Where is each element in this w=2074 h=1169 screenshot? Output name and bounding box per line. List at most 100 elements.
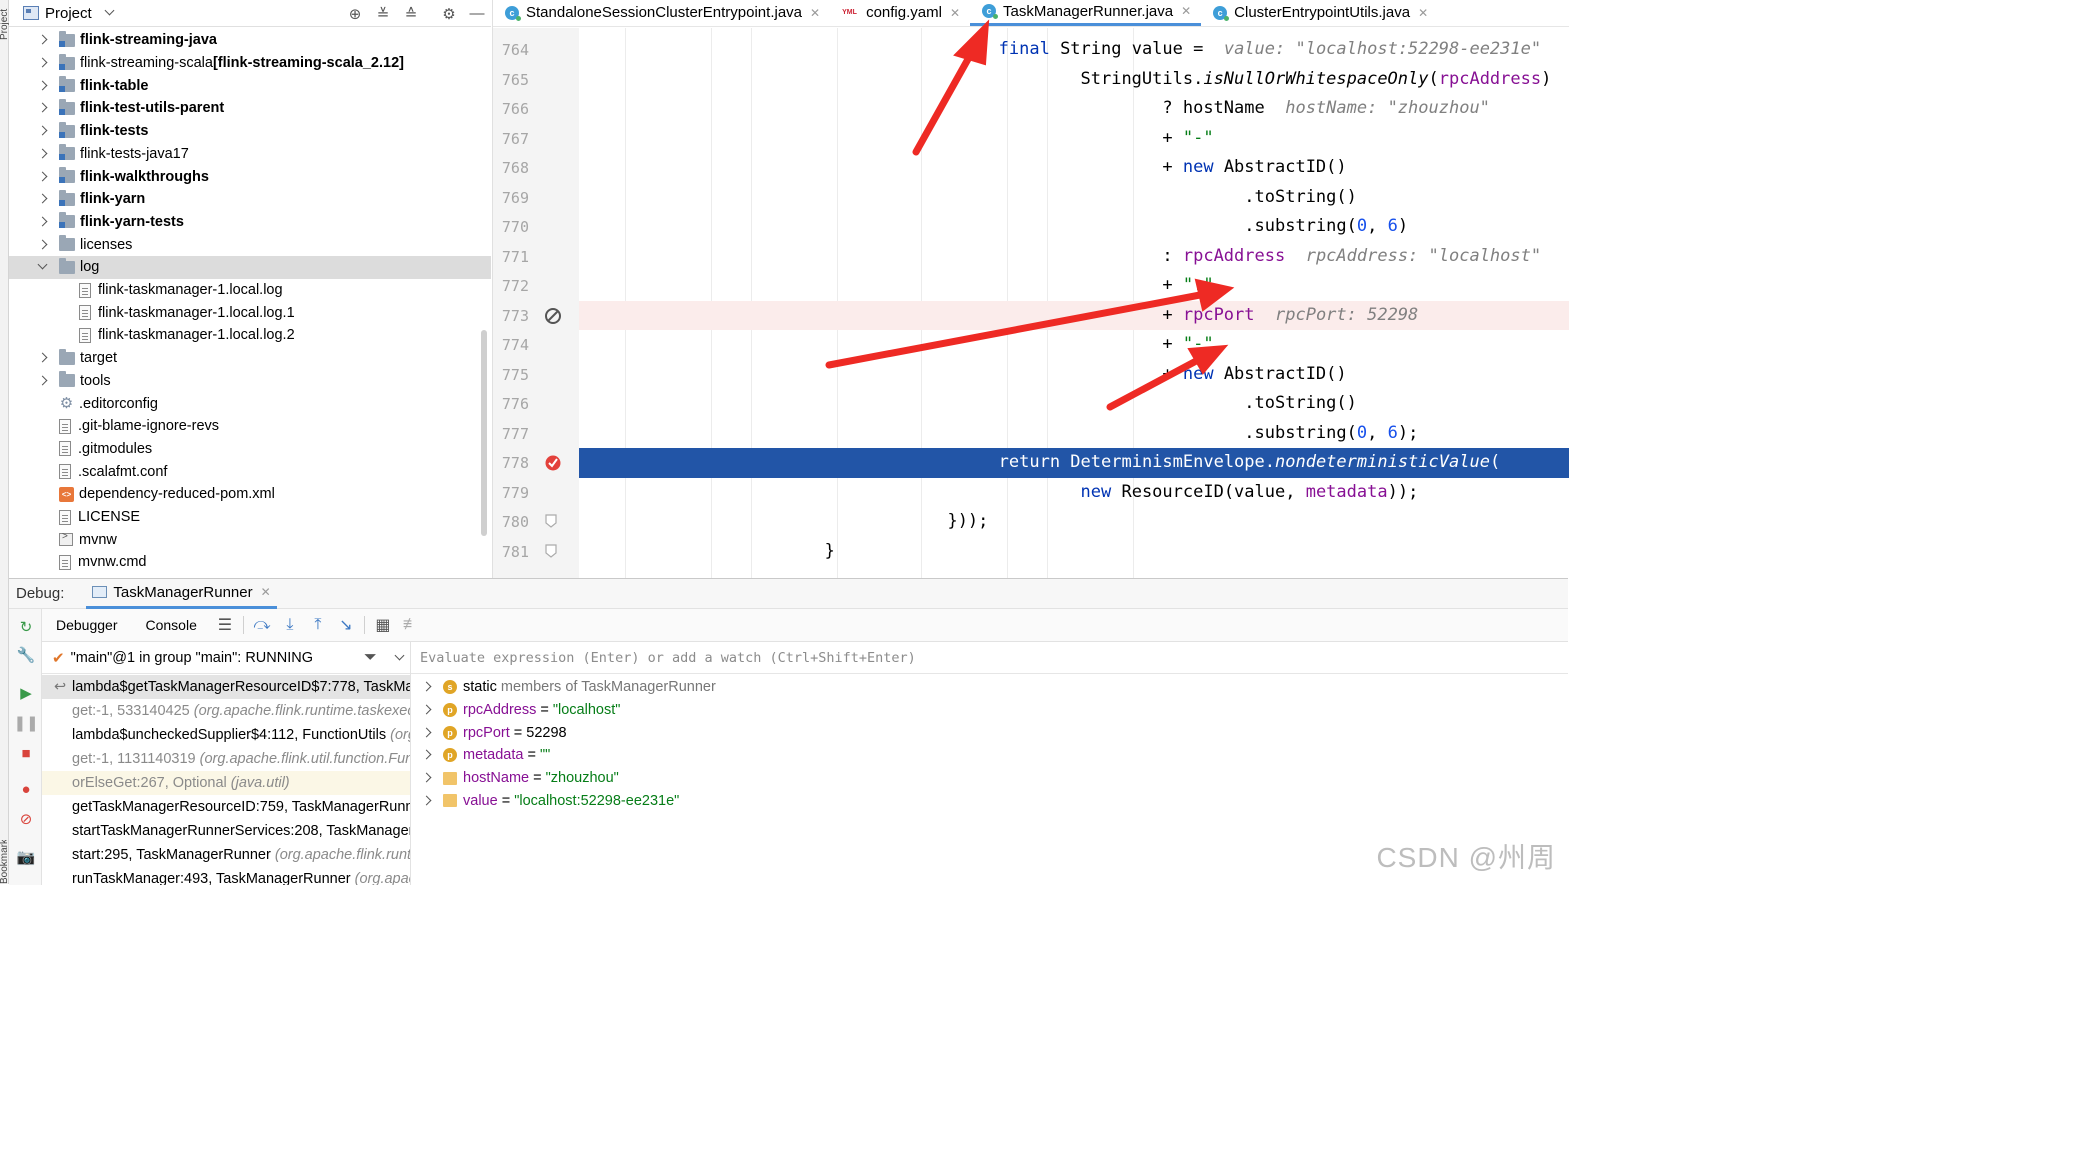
- chevron-right-icon[interactable]: [421, 749, 433, 761]
- code-line[interactable]: final String value = value: "localhost:5…: [579, 35, 1569, 65]
- run-to-cursor-icon[interactable]: ↘: [332, 609, 360, 642]
- gear-icon[interactable]: ⚙: [435, 0, 463, 27]
- fold-marker-icon[interactable]: [544, 513, 560, 529]
- chevron-right-icon[interactable]: [37, 239, 49, 251]
- variable-row[interactable]: s static members of TaskManagerRunner: [411, 676, 1568, 699]
- expand-all-icon[interactable]: ≚: [369, 0, 397, 27]
- code-line[interactable]: .toString(): [579, 183, 1569, 213]
- chevron-right-icon[interactable]: [421, 704, 433, 716]
- project-tree-scrollbar[interactable]: [481, 330, 487, 536]
- tree-item[interactable]: .gitmodules: [9, 438, 491, 461]
- stack-frame[interactable]: ↩ lambda$getTaskManagerResourceID$7:778, …: [42, 675, 410, 699]
- tab-debugger[interactable]: Debugger: [42, 609, 132, 642]
- tree-item[interactable]: .git-blame-ignore-revs: [9, 415, 491, 438]
- code-line[interactable]: ? hostName hostName: "zhouzhou": [579, 94, 1569, 124]
- chevron-right-icon[interactable]: [37, 375, 49, 387]
- variable-row[interactable]: p rpcPort = 52298: [411, 721, 1568, 744]
- variable-row[interactable]: p rpcAddress = "localhost": [411, 699, 1568, 722]
- chevron-right-icon[interactable]: [37, 352, 49, 364]
- stack-frame[interactable]: lambda$uncheckedSupplier$4:112, Function…: [42, 723, 410, 747]
- chevron-right-icon[interactable]: [37, 57, 49, 69]
- tree-item[interactable]: target: [9, 347, 491, 370]
- tree-item[interactable]: flink-taskmanager-1.local.log: [9, 279, 491, 302]
- resume-icon[interactable]: ▶: [16, 683, 36, 703]
- close-icon[interactable]: ✕: [1181, 4, 1191, 18]
- code-line[interactable]: + rpcPort rpcPort: 52298: [579, 300, 1569, 330]
- stack-frame[interactable]: get:-1, 1131140319 (org.apache.flink.uti…: [42, 747, 410, 771]
- tree-item[interactable]: flink-streaming-java: [9, 29, 491, 52]
- layout-menu-icon[interactable]: ☰: [211, 609, 239, 642]
- code-line[interactable]: : rpcAddress rpcAddress: "localhost": [579, 242, 1569, 272]
- variable-row[interactable]: p metadata = "": [411, 744, 1568, 767]
- chevron-right-icon[interactable]: [37, 171, 49, 183]
- chevron-down-icon[interactable]: [394, 652, 406, 664]
- step-into-icon[interactable]: ⤓: [276, 609, 304, 642]
- stack-frame[interactable]: startTaskManagerRunnerServices:208, Task…: [42, 819, 410, 843]
- step-out-icon[interactable]: ⤒: [304, 609, 332, 642]
- code-line[interactable]: + "-": [579, 330, 1569, 360]
- tree-item[interactable]: flink-yarn: [9, 188, 491, 211]
- stack-frame[interactable]: runTaskManager:493, TaskManagerRunner (o…: [42, 867, 410, 885]
- close-icon[interactable]: ✕: [950, 6, 960, 20]
- tree-item[interactable]: ⚙ .editorconfig: [9, 392, 491, 415]
- chevron-right-icon[interactable]: [37, 216, 49, 228]
- mute-breakpoints-icon[interactable]: ⊘: [16, 809, 36, 829]
- tree-item[interactable]: .scalafmt.conf: [9, 460, 491, 483]
- evaluate-expression-icon[interactable]: ▦: [369, 609, 397, 642]
- modify-config-icon[interactable]: 🔧: [16, 645, 36, 665]
- tree-item[interactable]: mvnw: [9, 528, 491, 551]
- code-line[interactable]: .substring(0, 6);: [579, 419, 1569, 449]
- tree-item[interactable]: flink-taskmanager-1.local.log.1: [9, 301, 491, 324]
- tree-item[interactable]: LICENSE: [9, 506, 491, 529]
- stack-frame[interactable]: getTaskManagerResourceID:759, TaskManage…: [42, 795, 410, 819]
- tree-item[interactable]: tools: [9, 370, 491, 393]
- chevron-right-icon[interactable]: [421, 727, 433, 739]
- chevron-right-icon[interactable]: [421, 795, 433, 807]
- chevron-right-icon[interactable]: [37, 34, 49, 46]
- chevron-right-icon[interactable]: [37, 102, 49, 114]
- evaluate-expression-input[interactable]: Evaluate expression (Enter) or add a wat…: [411, 642, 1568, 674]
- editor-gutter[interactable]: 764 765 766 767 768 769 770 771 772 773 774 775 776 7…: [493, 28, 579, 578]
- code-line[interactable]: StringUtils.isNullOrWhitespaceOnly(rpcAd…: [579, 65, 1569, 95]
- pause-icon[interactable]: ❚❚: [13, 713, 38, 733]
- tree-item[interactable]: mvnw.cmd: [9, 551, 491, 574]
- tree-item[interactable]: flink-taskmanager-1.local.log.2: [9, 324, 491, 347]
- trace-stream-icon[interactable]: ≢: [397, 609, 425, 642]
- chevron-right-icon[interactable]: [37, 125, 49, 137]
- code-area[interactable]: final String value = value: "localhost:5…: [579, 28, 1569, 578]
- tree-item[interactable]: flink-table: [9, 74, 491, 97]
- collapse-all-icon[interactable]: ≙: [397, 0, 425, 27]
- tree-item[interactable]: <> dependency-reduced-pom.xml: [9, 483, 491, 506]
- close-icon[interactable]: ✕: [261, 585, 271, 599]
- variable-row[interactable]: hostName = "zhouzhou": [411, 767, 1568, 790]
- code-line[interactable]: + "-": [579, 124, 1569, 154]
- code-line[interactable]: }));: [579, 507, 1569, 537]
- chevron-right-icon[interactable]: [421, 772, 433, 784]
- tree-item[interactable]: flink-test-utils-parent: [9, 97, 491, 120]
- close-icon[interactable]: ✕: [810, 6, 820, 20]
- stack-frame[interactable]: start:295, TaskManagerRunner (org.apache…: [42, 843, 410, 867]
- fold-marker-icon[interactable]: [544, 543, 560, 559]
- code-line[interactable]: .toString(): [579, 389, 1569, 419]
- debug-session-tab[interactable]: TaskManagerRunner ✕: [86, 579, 277, 609]
- editor-tab[interactable]: YML config.yaml ✕: [830, 0, 970, 26]
- tree-item[interactable]: licenses: [9, 233, 491, 256]
- code-line[interactable]: .substring(0, 6): [579, 212, 1569, 242]
- tree-item[interactable]: flink-streaming-scala [flink-streaming-s…: [9, 52, 491, 75]
- tree-item[interactable]: flink-yarn-tests: [9, 211, 491, 234]
- filter-icon[interactable]: ⏷: [364, 649, 377, 667]
- chevron-right-icon[interactable]: [421, 681, 433, 693]
- editor-tab[interactable]: c StandaloneSessionClusterEntrypoint.java…: [493, 0, 830, 26]
- chevron-right-icon[interactable]: [37, 193, 49, 205]
- tree-item[interactable]: flink-tests: [9, 120, 491, 143]
- tree-item[interactable]: log: [9, 256, 491, 279]
- disabled-breakpoint-icon[interactable]: [544, 307, 561, 324]
- stack-frame[interactable]: orElseGet:267, Optional (java.util): [42, 771, 410, 795]
- close-icon[interactable]: ✕: [1418, 6, 1428, 20]
- breakpoint-icon[interactable]: [544, 454, 561, 471]
- chevron-down-icon[interactable]: [104, 7, 116, 19]
- tab-console[interactable]: Console: [132, 609, 211, 642]
- variable-row[interactable]: value = "localhost:52298-ee231e": [411, 790, 1568, 813]
- stack-frame[interactable]: get:-1, 533140425 (org.apache.flink.runt…: [42, 699, 410, 723]
- view-breakpoints-icon[interactable]: ●: [16, 779, 36, 799]
